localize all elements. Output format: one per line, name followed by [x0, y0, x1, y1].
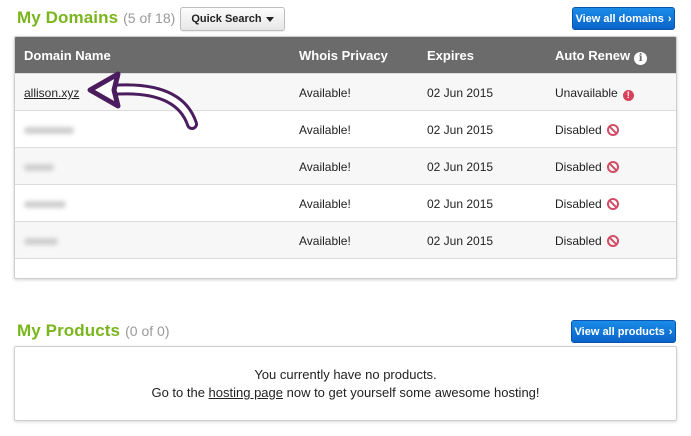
products-empty-panel: You currently have no products. Go to th…: [14, 346, 677, 421]
chevron-right-icon: ›: [668, 325, 673, 338]
expires-value: 02 Jun 2015: [427, 160, 494, 174]
whois-value: Available!: [299, 160, 351, 174]
expires-value: 02 Jun 2015: [427, 86, 494, 100]
auto-renew-label: Disabled: [555, 234, 602, 248]
auto-renew-label: Disabled: [555, 197, 602, 211]
auto-renew-label: Disabled: [555, 160, 602, 174]
whois-value: Available!: [299, 86, 351, 100]
col-auto-renew: Auto Renew i: [555, 48, 648, 65]
expires-value: 02 Jun 2015: [427, 197, 494, 211]
auto-renew-status: Disabled: [555, 160, 619, 174]
auto-renew-label: Unavailable: [555, 86, 618, 100]
col-auto-renew-label: Auto Renew: [555, 48, 631, 63]
view-all-domains-button[interactable]: View all domains ›: [572, 7, 675, 30]
products-title: My Products: [17, 321, 121, 340]
quick-search-label: Quick Search: [191, 13, 262, 25]
domain-link-blurred[interactable]: [24, 197, 66, 211]
caret-down-icon: [265, 16, 274, 22]
expires-value: 02 Jun 2015: [427, 123, 494, 137]
view-all-domains-label: View all domains: [575, 12, 664, 25]
domains-section-header: My Domains (5 of 18): [17, 8, 175, 28]
disabled-icon: [606, 235, 619, 247]
table-footer-spacer: [15, 258, 676, 278]
domain-link-blurred[interactable]: [24, 123, 74, 137]
quick-search-button[interactable]: Quick Search: [180, 7, 285, 31]
alert-icon: !: [622, 90, 634, 101]
domains-count: (5 of 18): [123, 10, 176, 26]
col-expires: Expires: [427, 48, 474, 63]
view-all-products-label: View all products: [574, 325, 665, 338]
disabled-icon: [606, 198, 619, 210]
expires-value: 02 Jun 2015: [427, 234, 494, 248]
empty-message: You currently have no products.: [254, 367, 437, 382]
empty-cta-prefix: Go to the: [151, 385, 209, 400]
auto-renew-status: Disabled: [555, 197, 619, 211]
auto-renew-status: Unavailable!: [555, 86, 634, 101]
domain-link[interactable]: allison.xyz: [24, 86, 79, 100]
chevron-right-icon: ›: [667, 12, 672, 25]
table-row: Available! 02 Jun 2015 Disabled: [15, 221, 676, 258]
whois-value: Available!: [299, 234, 351, 248]
auto-renew-status: Disabled: [555, 123, 619, 137]
products-section-header: My Products (0 of 0): [17, 321, 169, 341]
table-row: Available! 02 Jun 2015 Disabled: [15, 184, 676, 221]
whois-value: Available!: [299, 123, 351, 137]
hosting-page-link[interactable]: hosting page: [209, 385, 283, 400]
disabled-icon: [606, 124, 619, 136]
view-all-products-button[interactable]: View all products ›: [571, 320, 676, 343]
products-count: (0 of 0): [125, 323, 170, 339]
col-domain-name: Domain Name: [24, 48, 111, 63]
domain-link-blurred[interactable]: [24, 234, 58, 248]
empty-cta: Go to the hosting page now to get yourse…: [15, 385, 676, 400]
auto-renew-status: Disabled: [555, 234, 619, 248]
whois-value: Available!: [299, 197, 351, 211]
disabled-icon: [606, 161, 619, 173]
empty-cta-suffix: now to get yourself some awesome hosting…: [283, 385, 540, 400]
annotation-arrow-icon: [87, 71, 198, 130]
info-icon[interactable]: i: [634, 52, 648, 65]
col-whois-privacy: Whois Privacy: [299, 48, 388, 63]
table-row: Available! 02 Jun 2015 Disabled: [15, 147, 676, 184]
domain-link-blurred[interactable]: [24, 160, 54, 174]
auto-renew-label: Disabled: [555, 123, 602, 137]
domains-title: My Domains: [17, 8, 119, 27]
